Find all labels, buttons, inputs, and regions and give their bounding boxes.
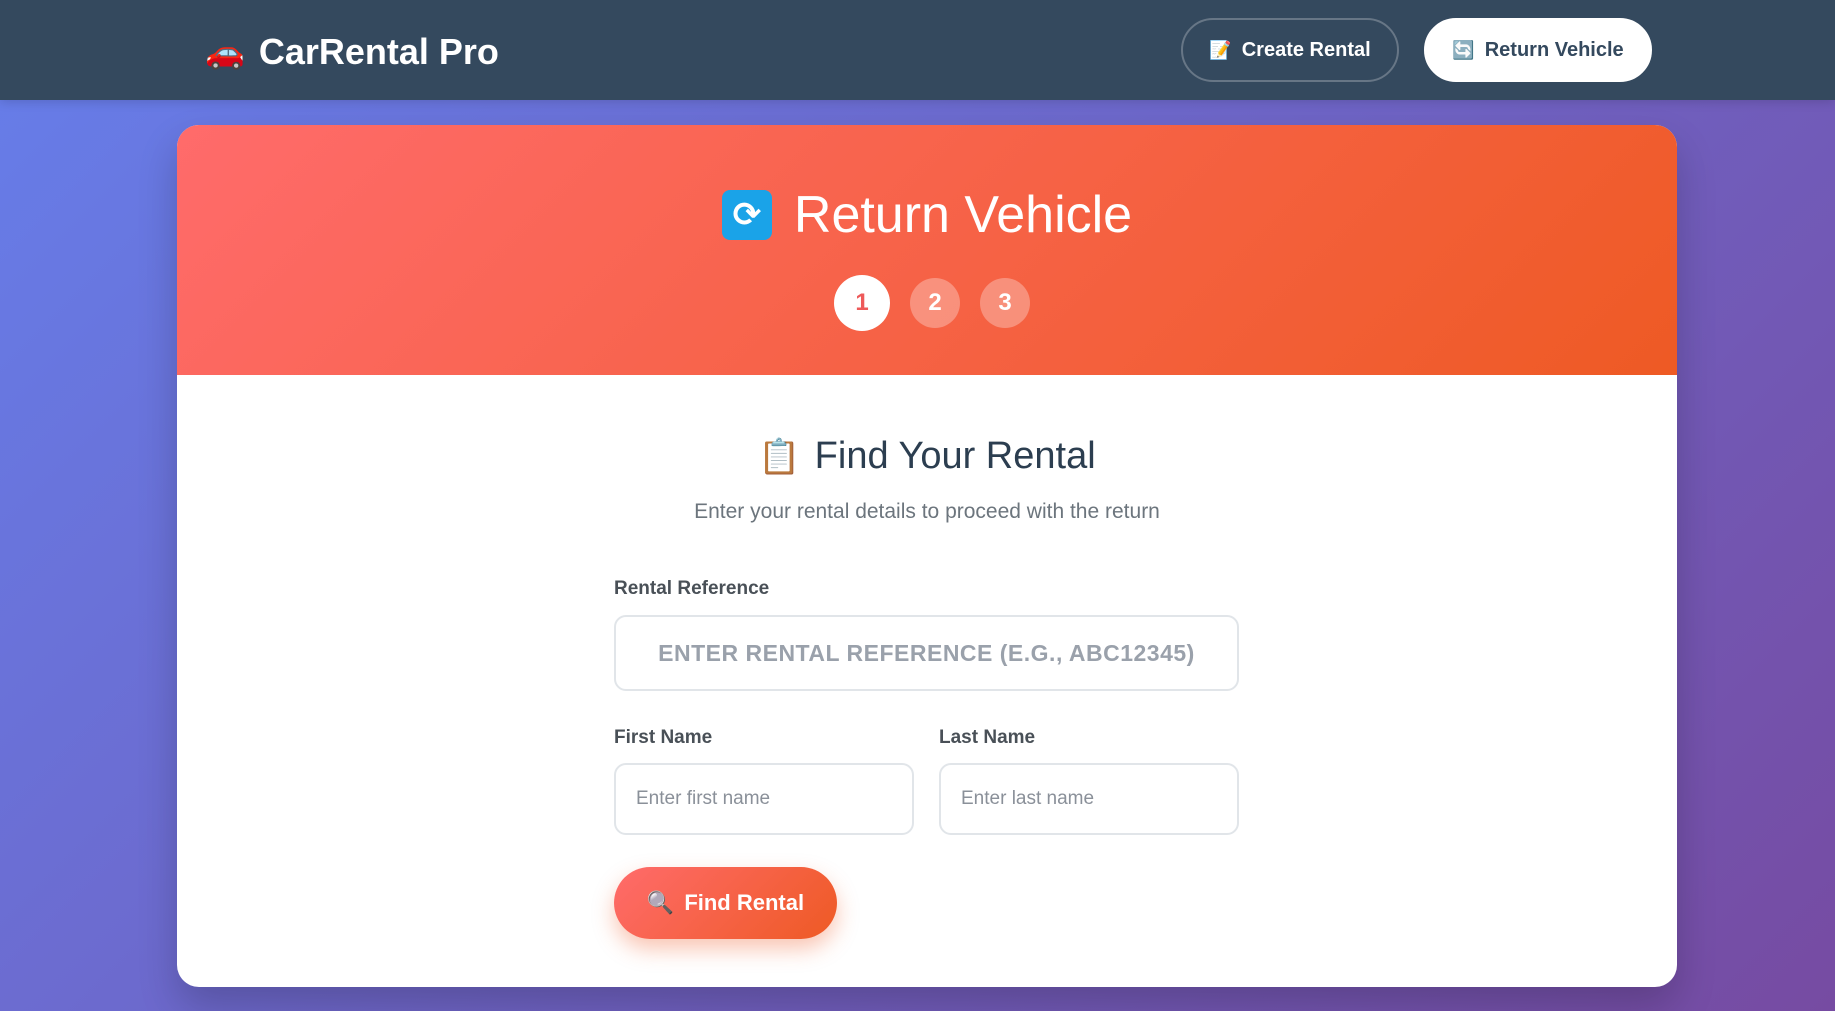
find-rental-button[interactable]: 🔍 Find Rental [614, 867, 837, 939]
navbar: 🚗 CarRental Pro 📝 Create Rental 🔄 Return… [0, 0, 1835, 100]
memo-icon: 📝 [1209, 39, 1232, 60]
search-icon: 🔍 [646, 890, 675, 915]
rental-reference-input[interactable] [614, 615, 1239, 691]
card-body: 📋 Find Your Rental Enter your rental det… [177, 375, 1677, 987]
section-title-text: Find Your Rental [814, 435, 1096, 477]
page-title: ⟳ Return Vehicle [177, 185, 1677, 245]
find-rental-label: Find Rental [684, 890, 805, 915]
page-title-text: Return Vehicle [793, 186, 1133, 244]
first-name-label: First Name [614, 727, 713, 748]
last-name-input[interactable] [939, 763, 1239, 835]
refresh-icon: ⟳ [721, 190, 772, 240]
first-name-input[interactable] [614, 763, 914, 835]
refresh-icon: 🔄 [1452, 39, 1475, 60]
last-name-label: Last Name [939, 727, 1036, 748]
step-2: 2 [910, 278, 960, 328]
return-vehicle-label: Return Vehicle [1484, 38, 1624, 61]
return-vehicle-button[interactable]: 🔄 Return Vehicle [1424, 18, 1652, 82]
create-rental-button[interactable]: 📝 Create Rental [1181, 18, 1399, 82]
card-header: ⟳ Return Vehicle 1 2 3 [177, 125, 1677, 375]
brand-logo[interactable]: 🚗 CarRental Pro [205, 30, 499, 74]
step-1: 1 [834, 275, 890, 331]
section-subtitle: Enter your rental details to proceed wit… [694, 500, 1160, 523]
return-card: ⟳ Return Vehicle 1 2 3 📋 Find Your Renta… [177, 125, 1677, 987]
step-3: 3 [980, 278, 1030, 328]
step-indicator: 1 2 3 [177, 275, 1677, 331]
brand-name: CarRental Pro [258, 31, 499, 72]
rental-reference-label: Rental Reference [614, 578, 770, 599]
car-icon: 🚗 [205, 34, 245, 70]
create-rental-label: Create Rental [1241, 38, 1371, 61]
section-title: 📋 Find Your Rental [177, 435, 1677, 478]
clipboard-icon: 📋 [758, 437, 801, 476]
